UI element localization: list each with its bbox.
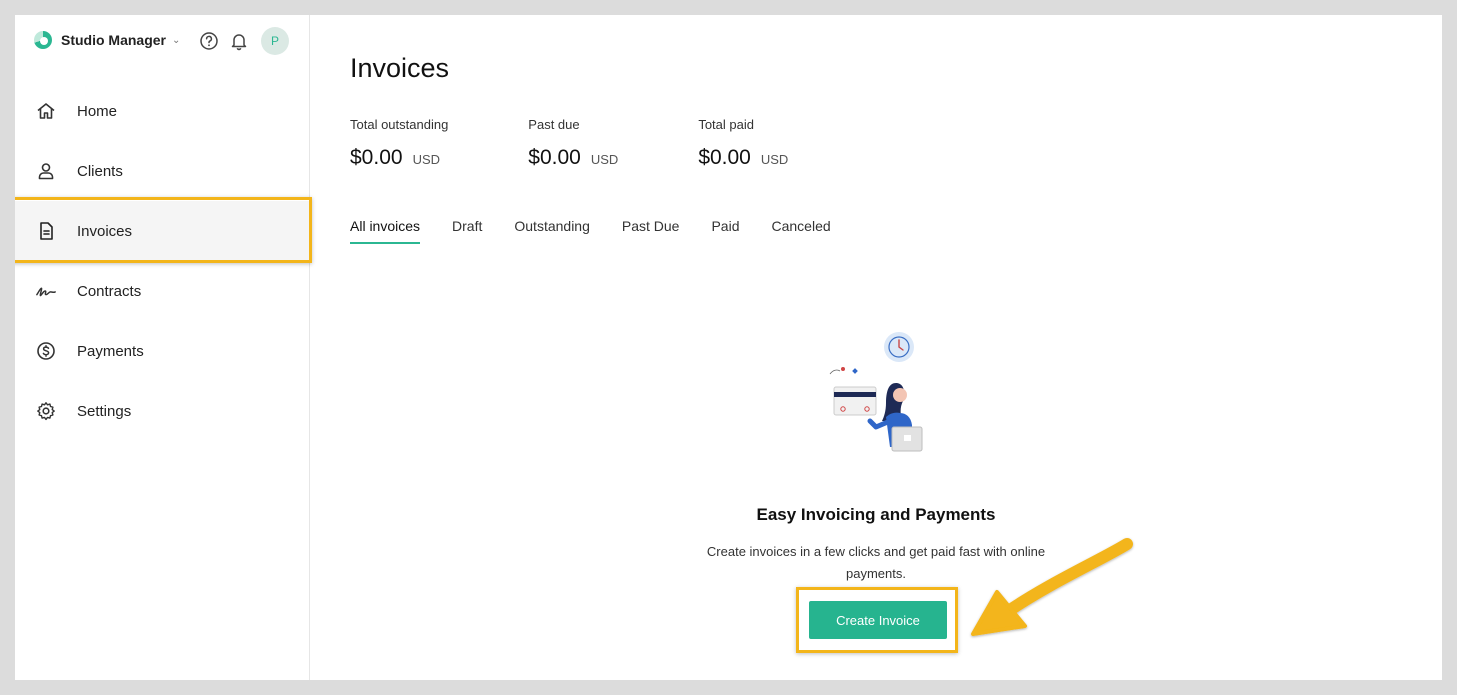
bell-icon[interactable] (228, 30, 250, 52)
sidebar: Studio Manager ⌄ P Home Clients Invoices… (15, 15, 312, 680)
sidebar-item-label: Payments (77, 342, 144, 360)
sidebar-item-clients[interactable]: Clients (15, 141, 310, 201)
stat-value: $0.00 USD (698, 146, 788, 170)
sidebar-nav: Home Clients Invoices Contracts Payments… (15, 81, 310, 441)
sidebar-item-settings[interactable]: Settings (15, 381, 310, 441)
document-icon (35, 220, 57, 242)
sidebar-item-label: Clients (77, 162, 123, 180)
sidebar-item-payments[interactable]: Payments (15, 321, 310, 381)
signature-icon (35, 280, 57, 302)
stat-label: Total outstanding (350, 117, 449, 132)
avatar[interactable]: P (261, 27, 289, 55)
sidebar-item-label: Settings (77, 402, 132, 420)
stat-amount: $0.00 (698, 146, 751, 169)
brand-logo-icon (34, 31, 52, 49)
stat-value: $0.00 USD (528, 146, 618, 170)
invoicing-illustration (829, 332, 923, 452)
sidebar-item-label: Invoices (77, 222, 133, 240)
sidebar-item-invoices[interactable]: Invoices (15, 201, 310, 261)
empty-state: Easy Invoicing and Payments Create invoi… (651, 325, 1101, 585)
sidebar-item-contracts[interactable]: Contracts (15, 261, 310, 321)
stat-amount: $0.00 (350, 146, 403, 169)
stat-currency: USD (412, 152, 441, 167)
tab-outstanding[interactable]: Outstanding (514, 218, 590, 244)
workspace-switcher[interactable]: Studio Manager ⌄ (34, 29, 180, 51)
sidebar-item-label: Contracts (77, 282, 142, 300)
chevron-down-icon: ⌄ (172, 34, 181, 46)
page-title: Invoices (350, 53, 450, 83)
create-invoice-button[interactable]: Create Invoice (809, 601, 947, 639)
user-icon (35, 160, 57, 182)
main-content: Invoices Total outstanding $0.00 USD Pas… (311, 15, 1442, 680)
app-window: Studio Manager ⌄ P Home Clients Invoices… (15, 15, 1442, 680)
create-invoice-highlight-box: Create Invoice (796, 587, 958, 653)
stat-past-due: Past due $0.00 USD (528, 117, 618, 170)
tab-all-invoices[interactable]: All invoices (350, 218, 421, 244)
stat-total-paid: Total paid $0.00 USD (698, 117, 788, 170)
home-icon (35, 100, 57, 122)
stat-label: Total paid (698, 117, 754, 132)
tab-draft[interactable]: Draft (452, 218, 482, 244)
workspace-name: Studio Manager (61, 32, 167, 48)
sidebar-item-home[interactable]: Home (15, 81, 310, 141)
gear-icon (35, 400, 57, 422)
empty-state-description: Create invoices in a few clicks and get … (706, 544, 1046, 581)
invoice-filter-tabs: All invoices Draft Outstanding Past Due … (350, 218, 863, 244)
tab-past-due[interactable]: Past Due (622, 218, 680, 244)
dollar-circle-icon (35, 340, 57, 362)
invoice-stats: Total outstanding $0.00 USD Past due $0.… (350, 117, 868, 170)
empty-state-title: Easy Invoicing and Payments (756, 505, 996, 524)
stat-currency: USD (760, 152, 789, 167)
tab-canceled[interactable]: Canceled (772, 218, 831, 244)
header-actions: P (198, 27, 289, 55)
stat-amount: $0.00 (528, 146, 581, 169)
tab-paid[interactable]: Paid (711, 218, 739, 244)
stat-value: $0.00 USD (350, 146, 448, 170)
stat-currency: USD (590, 152, 619, 167)
help-icon[interactable] (198, 30, 220, 52)
stat-total-outstanding: Total outstanding $0.00 USD (350, 117, 448, 170)
sidebar-item-label: Home (77, 102, 118, 120)
stat-label: Past due (528, 117, 580, 132)
